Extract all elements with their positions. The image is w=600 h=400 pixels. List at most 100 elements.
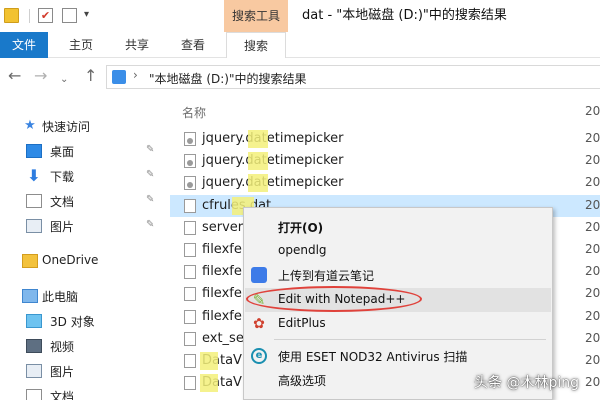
file-date: 20 bbox=[585, 353, 600, 367]
properties-icon[interactable]: ✔ bbox=[38, 8, 53, 23]
search-match-highlight bbox=[248, 130, 268, 148]
address-bar[interactable]: › "本地磁盘 (D:)"中的搜索结果 bbox=[106, 65, 600, 89]
tab-file[interactable]: 文件 bbox=[0, 32, 48, 58]
up-arrow-icon[interactable]: ↑ bbox=[84, 66, 97, 86]
file-date: 20 bbox=[585, 330, 600, 345]
sidebar-item-label: OneDrive bbox=[42, 253, 99, 267]
sidebar-item-pc-documents[interactable]: 文档 bbox=[0, 384, 170, 400]
picture-icon bbox=[26, 219, 42, 233]
file-name: jquery.datetimepicker bbox=[202, 175, 344, 191]
sidebar-item-label: 此电脑 bbox=[42, 290, 79, 304]
address-path: "本地磁盘 (D:)"中的搜索结果 bbox=[149, 72, 307, 86]
editplus-icon: ✿ bbox=[253, 316, 265, 332]
customize-toolbar-icon[interactable]: ▾ bbox=[84, 9, 89, 20]
sidebar-item-label: 快速访问 bbox=[42, 120, 91, 134]
search-match-highlight bbox=[248, 174, 268, 193]
document-icon bbox=[26, 389, 42, 400]
file-date: 20 bbox=[585, 286, 600, 301]
youdao-note-icon bbox=[251, 267, 267, 283]
computer-icon bbox=[22, 289, 38, 303]
file-name: server bbox=[202, 219, 244, 235]
sidebar-item-documents[interactable]: 文档 ✎ bbox=[0, 189, 170, 213]
menu-item-editplus[interactable]: ✿ EditPlus bbox=[245, 312, 551, 336]
sidebar-item-onedrive[interactable]: OneDrive bbox=[0, 249, 170, 273]
back-arrow-icon[interactable]: ← bbox=[8, 66, 21, 86]
document-icon bbox=[26, 194, 42, 208]
title-bar: ✔ ▾ 搜索工具 dat - "本地磁盘 (D:)"中的搜索结果 bbox=[0, 0, 600, 32]
file-name: filexfe bbox=[202, 242, 242, 257]
column-header-date[interactable]: 20 bbox=[585, 104, 600, 118]
file-row[interactable]: jquery.datetimepicker 20 bbox=[170, 128, 600, 150]
folder-icon[interactable] bbox=[4, 8, 19, 23]
menu-item-label: 上传到有道云笔记 bbox=[278, 269, 375, 283]
file-date: 20 bbox=[585, 219, 600, 234]
ribbon-tabs: 文件 主页 共享 查看 搜索 bbox=[0, 32, 600, 58]
settings-file-icon bbox=[184, 132, 196, 146]
pin-icon: ✎ bbox=[146, 219, 155, 230]
file-icon bbox=[184, 243, 196, 257]
tab-share[interactable]: 共享 bbox=[114, 32, 160, 58]
menu-item-label: opendlg bbox=[278, 243, 327, 257]
sidebar-item-label: 视频 bbox=[50, 340, 75, 354]
sidebar-item-label: 图片 bbox=[50, 220, 75, 234]
pin-icon: ✎ bbox=[146, 194, 155, 205]
3d-objects-icon bbox=[26, 314, 42, 328]
menu-item-label: 使用 ESET NOD32 Antivirus 扫描 bbox=[278, 350, 468, 364]
sidebar-item-label: 3D 对象 bbox=[50, 315, 95, 329]
new-file-icon[interactable] bbox=[62, 8, 77, 23]
address-row: ← → ⌄ ↑ › "本地磁盘 (D:)"中的搜索结果 bbox=[0, 58, 600, 94]
sidebar-item-label: 桌面 bbox=[50, 145, 75, 159]
menu-item-open[interactable]: 打开(O) bbox=[245, 215, 551, 239]
sidebar-item-downloads[interactable]: ⬇ 下载 ✎ bbox=[0, 164, 170, 188]
file-date: 20 bbox=[585, 375, 600, 390]
file-icon bbox=[184, 331, 196, 346]
sidebar-item-label: 文档 bbox=[50, 390, 75, 400]
file-name: filexfe bbox=[202, 286, 242, 302]
chevron-right-icon[interactable]: › bbox=[133, 68, 138, 82]
settings-file-icon bbox=[184, 154, 196, 169]
menu-separator bbox=[274, 339, 546, 340]
video-icon bbox=[26, 339, 42, 353]
file-icon bbox=[184, 354, 196, 368]
file-name: filexfe bbox=[202, 308, 242, 324]
menu-item-edit-with-notepadpp[interactable]: ✎ Edit with Notepad++ bbox=[245, 288, 551, 312]
star-icon: ★ bbox=[24, 118, 36, 133]
sidebar-item-pc-pictures[interactable]: 图片 bbox=[0, 359, 170, 383]
tab-search[interactable]: 搜索 bbox=[226, 32, 286, 58]
onedrive-folder-icon bbox=[22, 254, 38, 268]
menu-item-label: 高级选项 bbox=[278, 374, 327, 388]
file-date: 20 bbox=[585, 308, 600, 323]
sidebar-item-label: 文档 bbox=[50, 195, 75, 209]
sidebar-item-videos[interactable]: 视频 bbox=[0, 334, 170, 358]
forward-arrow-icon[interactable]: → bbox=[34, 66, 47, 86]
file-row[interactable]: jquery.datetimepicker 20 bbox=[170, 172, 600, 194]
sidebar-item-3d-objects[interactable]: 3D 对象 bbox=[0, 309, 170, 333]
column-header-name[interactable]: 名称 bbox=[182, 104, 206, 121]
desktop-icon bbox=[26, 144, 42, 158]
watermark: 头条 @木林ping bbox=[474, 375, 579, 391]
picture-icon bbox=[26, 364, 42, 378]
search-match-highlight bbox=[200, 352, 218, 370]
sidebar-item-pictures[interactable]: 图片 ✎ bbox=[0, 214, 170, 238]
tab-home[interactable]: 主页 bbox=[58, 32, 104, 58]
file-row[interactable]: jquery.datetimepicker 20 bbox=[170, 150, 600, 172]
sidebar-item-quick-access[interactable]: ★ 快速访问 bbox=[0, 114, 170, 138]
sidebar-item-desktop[interactable]: 桌面 ✎ bbox=[0, 139, 170, 163]
search-results-icon bbox=[112, 70, 126, 84]
download-icon: ⬇ bbox=[27, 166, 41, 185]
file-name: ext_se bbox=[202, 330, 244, 346]
menu-item-eset-scan[interactable]: e 使用 ESET NOD32 Antivirus 扫描 bbox=[245, 344, 551, 368]
search-tools-context-tab[interactable]: 搜索工具 bbox=[224, 0, 288, 32]
recent-locations-icon[interactable]: ⌄ bbox=[60, 70, 68, 90]
menu-item-opendlg[interactable]: opendlg bbox=[245, 239, 551, 263]
toolbar-divider bbox=[29, 9, 30, 23]
file-date: 20 bbox=[585, 131, 600, 145]
pin-icon: ✎ bbox=[146, 144, 155, 155]
menu-item-upload-youdao[interactable]: 上传到有道云笔记 bbox=[245, 263, 551, 287]
sidebar-item-this-pc[interactable]: 此电脑 bbox=[0, 284, 170, 308]
menu-item-label: 打开(O) bbox=[278, 221, 324, 235]
tab-view[interactable]: 查看 bbox=[170, 32, 216, 58]
file-icon bbox=[184, 198, 196, 213]
window-title: dat - "本地磁盘 (D:)"中的搜索结果 bbox=[302, 8, 507, 23]
file-icon bbox=[184, 220, 196, 235]
